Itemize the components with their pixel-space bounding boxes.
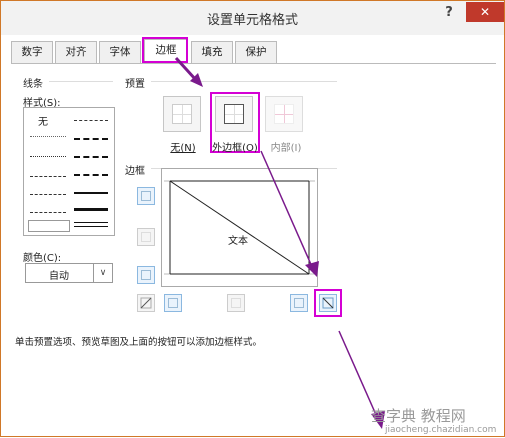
preset-none-label: 无(N): [170, 143, 196, 154]
line-style-dash-dot[interactable]: [30, 194, 66, 195]
tab-divider: [11, 63, 496, 64]
diagonal-down-highlight: [314, 289, 342, 317]
tab-font[interactable]: 字体: [99, 41, 141, 63]
watermark-url: jiaocheng.chazidian.com: [385, 425, 497, 435]
line-style-dotted[interactable]: [30, 156, 66, 157]
line-style-dash-dot-dot[interactable]: [30, 176, 66, 177]
border-left-icon: [168, 298, 178, 308]
arrow-head-outline: [190, 73, 203, 87]
preview-text: 文本: [228, 236, 248, 247]
border-right-icon: [294, 298, 304, 308]
line-style-hair[interactable]: [30, 136, 66, 137]
preset-none-icon: [172, 104, 192, 124]
dialog-title: 设置单元格格式: [206, 13, 298, 28]
color-dropdown[interactable]: 自动 ∨: [25, 263, 113, 283]
preset-inside-button: [265, 96, 303, 132]
border-left-button[interactable]: [164, 294, 182, 312]
line-style-slant-dash-dot[interactable]: [74, 138, 108, 140]
border-bottom-button[interactable]: [137, 266, 155, 284]
line-style-thick[interactable]: [74, 208, 108, 211]
border-top-button[interactable]: [137, 187, 155, 205]
preset-outline-label: 外边框(O): [212, 143, 258, 154]
border-right-button[interactable]: [290, 294, 308, 312]
line-style-medium-dashed[interactable]: [74, 174, 108, 176]
line-style-double[interactable]: [74, 222, 108, 227]
preset-none-button[interactable]: [163, 96, 201, 132]
preset-inside-label: 内部(I): [270, 143, 302, 154]
chevron-down-icon[interactable]: ∨: [93, 264, 112, 282]
border-inside-vertical-button[interactable]: [227, 294, 245, 312]
line-section-rule: [49, 81, 113, 82]
presets-section-label: 预置: [125, 79, 145, 90]
tab-alignment[interactable]: 对齐: [55, 41, 97, 63]
line-style-dashed[interactable]: [30, 212, 66, 213]
border-bottom-icon: [141, 270, 151, 280]
border-top-icon: [141, 191, 151, 201]
color-value: 自动: [49, 271, 69, 282]
help-button[interactable]: ?: [439, 5, 459, 25]
diagonal-up-icon: [140, 297, 152, 309]
line-style-medium-dash-dot-dot[interactable]: [74, 120, 108, 121]
line-style-list[interactable]: 无: [23, 107, 115, 236]
presets-section-rule: [151, 81, 337, 82]
footer-hint: 单击预置选项、预览草图及上面的按钮可以添加边框样式。: [15, 337, 263, 348]
preview-lines: [164, 180, 315, 275]
watermark-text: 查字典 教程网: [371, 407, 466, 425]
line-style-selected[interactable]: [28, 220, 70, 232]
color-label: 颜色(C):: [23, 253, 62, 264]
tab-fill[interactable]: 填充: [191, 41, 233, 63]
tab-number[interactable]: 数字: [11, 41, 53, 63]
line-style-none[interactable]: 无: [38, 113, 48, 128]
format-cells-dialog: 设置单元格格式 ? ✕ 数字 对齐 字体 边框 填充 保护 线条 样式(S): …: [0, 0, 505, 437]
close-button[interactable]: ✕: [466, 2, 504, 22]
border-inside-horizontal-button[interactable]: [137, 228, 155, 246]
border-inside-horizontal-icon: [141, 232, 151, 242]
tab-protection[interactable]: 保护: [235, 41, 277, 63]
line-style-medium-dash-dot[interactable]: [74, 156, 108, 158]
border-inside-vertical-icon: [231, 298, 241, 308]
border-diagonal-up-button[interactable]: [137, 294, 155, 312]
border-section-label: 边框: [125, 166, 145, 177]
preset-inside-icon: [274, 104, 294, 124]
line-style-medium[interactable]: [74, 192, 108, 194]
line-section-label: 线条: [23, 79, 43, 90]
border-preview[interactable]: 文本: [161, 168, 318, 287]
title-bar: 设置单元格格式 ? ✕: [1, 1, 504, 35]
border-tab-highlight: [142, 37, 188, 63]
